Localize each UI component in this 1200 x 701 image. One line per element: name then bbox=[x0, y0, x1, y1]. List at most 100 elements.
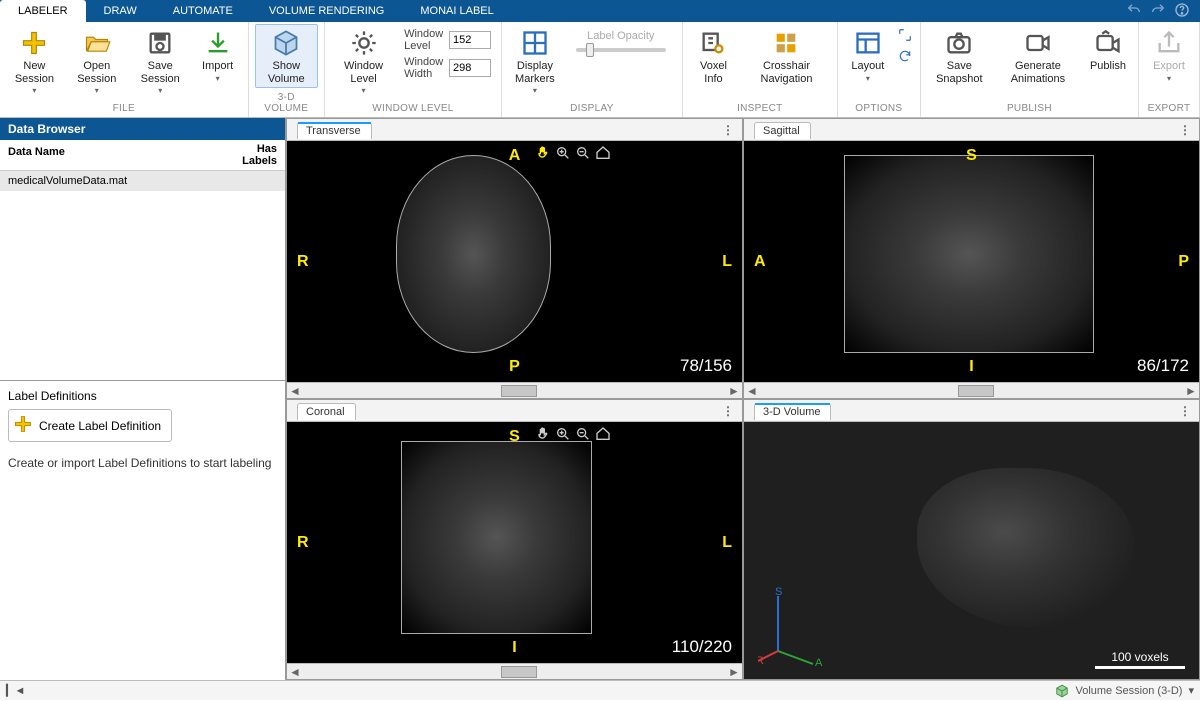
orientation-left: R bbox=[297, 253, 309, 271]
label-opacity-label: Label Opacity bbox=[587, 30, 654, 42]
layout-expand-icon[interactable] bbox=[898, 28, 912, 45]
save-session-button[interactable]: Save Session bbox=[131, 24, 190, 98]
pan-icon[interactable] bbox=[535, 145, 551, 164]
show-volume-button[interactable]: Show Volume bbox=[255, 24, 318, 88]
import-button[interactable]: Import bbox=[194, 24, 242, 86]
tab-labeler[interactable]: LABELER bbox=[0, 0, 86, 22]
view-tab-coronal[interactable]: Coronal bbox=[297, 403, 356, 420]
tab-draw[interactable]: DRAW bbox=[86, 0, 155, 22]
plus-icon bbox=[13, 414, 33, 437]
group-label-publish: PUBLISH bbox=[927, 101, 1132, 117]
orientation-left: R bbox=[297, 534, 309, 552]
view-transverse: Transverse ⋮ A P R L 78/156 ◄► bbox=[286, 118, 743, 399]
open-session-button[interactable]: Open Session bbox=[67, 24, 127, 98]
zoom-in-icon[interactable] bbox=[555, 145, 571, 164]
status-dropdown-icon[interactable]: ▾ bbox=[1188, 684, 1194, 697]
publish-button[interactable]: Publish bbox=[1084, 24, 1132, 76]
group-label-inspect: INSPECT bbox=[689, 101, 831, 117]
slice-index-transverse: 78/156 bbox=[680, 356, 732, 376]
import-icon bbox=[204, 29, 232, 57]
data-browser-header: Data Browser bbox=[0, 118, 285, 140]
save-snapshot-button[interactable]: Save Snapshot bbox=[927, 24, 992, 88]
video-icon bbox=[1024, 29, 1052, 57]
label-opacity-slider[interactable]: Label Opacity bbox=[566, 24, 676, 52]
pan-icon[interactable] bbox=[535, 426, 551, 445]
axis-r-label: R bbox=[758, 655, 764, 666]
scale-bar: 100 voxels bbox=[1095, 650, 1185, 669]
col-data-name[interactable]: Data Name bbox=[0, 140, 229, 170]
help-icon[interactable] bbox=[1174, 2, 1190, 21]
view-menu-3d-volume[interactable]: ⋮ bbox=[1171, 404, 1199, 418]
orientation-right: L bbox=[722, 534, 732, 552]
slice-scrollbar-transverse[interactable]: ◄► bbox=[287, 382, 742, 398]
canvas-sagittal[interactable]: S I A P 86/172 bbox=[744, 141, 1199, 382]
window-width-input[interactable] bbox=[449, 59, 491, 77]
cube-icon bbox=[272, 29, 300, 57]
view-menu-coronal[interactable]: ⋮ bbox=[714, 404, 742, 418]
axis-indicator: S A R bbox=[758, 586, 838, 669]
zoom-in-icon[interactable] bbox=[555, 426, 571, 445]
crosshair-icon bbox=[772, 29, 800, 57]
group-label-options: OPTIONS bbox=[844, 101, 914, 117]
slice-scrollbar-sagittal[interactable]: ◄► bbox=[744, 382, 1199, 398]
window-level-input[interactable] bbox=[449, 31, 491, 49]
tab-automate[interactable]: AUTOMATE bbox=[155, 0, 251, 22]
redo-icon[interactable] bbox=[1150, 2, 1166, 21]
view-tab-3d-volume[interactable]: 3-D Volume bbox=[754, 403, 831, 420]
generate-animations-button[interactable]: Generate Animations bbox=[996, 24, 1080, 88]
undo-icon[interactable] bbox=[1126, 2, 1142, 21]
zoom-out-icon[interactable] bbox=[575, 145, 591, 164]
layout-icon bbox=[854, 29, 882, 57]
orientation-top: S bbox=[966, 147, 977, 165]
status-bar: ▎◄ Volume Session (3-D) ▾ bbox=[0, 680, 1200, 700]
layout-button[interactable]: Layout bbox=[844, 24, 892, 86]
slice-scrollbar-coronal[interactable]: ◄► bbox=[287, 663, 742, 679]
markers-icon bbox=[521, 29, 549, 57]
view-sagittal: Sagittal ⋮ S I A P 86/172 ◄► bbox=[743, 118, 1200, 399]
group-label-3d-volume: 3-D VOLUME bbox=[255, 90, 318, 117]
tab-volume-rendering[interactable]: VOLUME RENDERING bbox=[251, 0, 403, 22]
export-button: Export bbox=[1145, 24, 1193, 86]
orientation-bottom: P bbox=[509, 358, 520, 376]
view-coronal: Coronal ⋮ S I R L 110/220 ◄► bbox=[286, 399, 743, 680]
ribbon-toolbar: New Session Open Session Save Session Im… bbox=[0, 22, 1200, 118]
status-left-handle[interactable]: ▎◄ bbox=[6, 684, 25, 697]
layout-refresh-icon[interactable] bbox=[898, 49, 912, 66]
orientation-bottom: I bbox=[512, 639, 516, 657]
home-icon[interactable] bbox=[595, 426, 611, 445]
data-row[interactable]: medicalVolumeData.mat bbox=[0, 171, 285, 191]
view-tab-sagittal[interactable]: Sagittal bbox=[754, 122, 811, 139]
crosshair-nav-button[interactable]: Crosshair Navigation bbox=[742, 24, 831, 88]
orientation-right: L bbox=[722, 253, 732, 271]
brightness-icon bbox=[350, 29, 378, 57]
zoom-out-icon[interactable] bbox=[575, 426, 591, 445]
orientation-top: S bbox=[509, 428, 520, 446]
display-markers-button[interactable]: Display Markers bbox=[508, 24, 562, 98]
orientation-left: A bbox=[754, 253, 766, 271]
tab-monai-label[interactable]: MONAI LABEL bbox=[402, 0, 511, 22]
window-level-label: Window Level bbox=[404, 28, 445, 52]
status-session-label: Volume Session (3-D) bbox=[1075, 685, 1182, 697]
col-has-labels[interactable]: Has Labels bbox=[229, 140, 285, 170]
group-label-window-level: WINDOW LEVEL bbox=[331, 101, 495, 117]
group-label-export: EXPORT bbox=[1145, 101, 1193, 117]
canvas-transverse[interactable]: A P R L 78/156 bbox=[287, 141, 742, 382]
slice-index-coronal: 110/220 bbox=[672, 637, 732, 657]
canvas-3d-volume[interactable]: S A R 100 voxels bbox=[744, 422, 1199, 679]
canvas-coronal[interactable]: S I R L 110/220 bbox=[287, 422, 742, 663]
view-menu-transverse[interactable]: ⋮ bbox=[714, 123, 742, 137]
app-tabstrip: LABELER DRAW AUTOMATE VOLUME RENDERING M… bbox=[0, 0, 1200, 22]
data-browser-list: medicalVolumeData.mat bbox=[0, 171, 285, 380]
view-tab-transverse[interactable]: Transverse bbox=[297, 122, 372, 139]
group-label-file: FILE bbox=[6, 101, 242, 117]
group-label-display: DISPLAY bbox=[508, 101, 676, 117]
view-menu-sagittal[interactable]: ⋮ bbox=[1171, 123, 1199, 137]
home-icon[interactable] bbox=[595, 145, 611, 164]
window-level-button[interactable]: Window Level bbox=[331, 24, 396, 98]
voxel-info-button[interactable]: Voxel Info bbox=[689, 24, 738, 88]
window-level-fields: Window Level Window Width bbox=[400, 24, 495, 84]
new-session-button[interactable]: New Session bbox=[6, 24, 63, 98]
export-icon bbox=[1155, 29, 1183, 57]
create-label-definition-button[interactable]: Create Label Definition bbox=[8, 409, 172, 442]
axis-a-label: A bbox=[815, 657, 823, 666]
